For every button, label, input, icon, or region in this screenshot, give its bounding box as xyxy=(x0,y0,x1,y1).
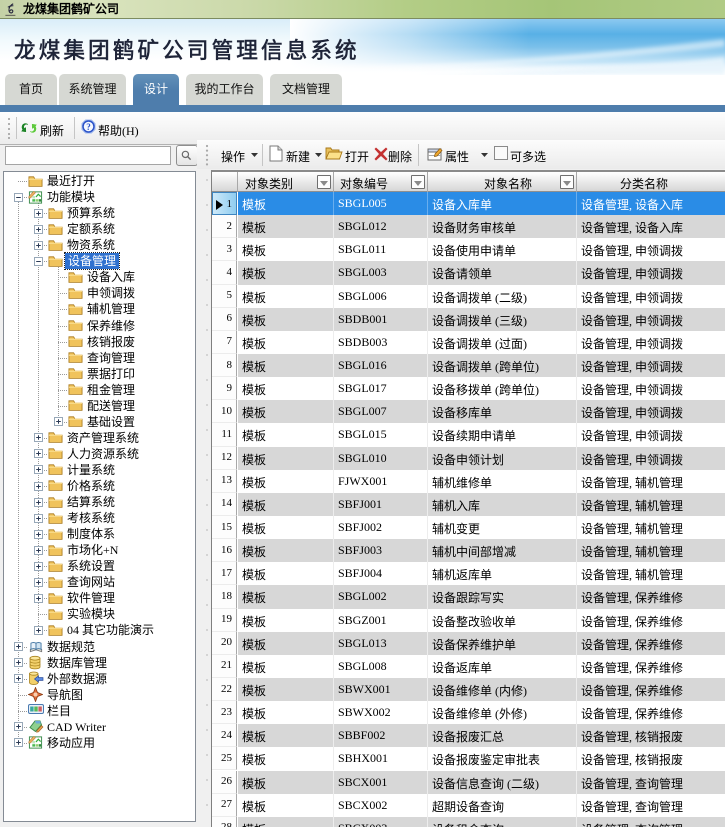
svg-text:?: ? xyxy=(86,122,91,132)
